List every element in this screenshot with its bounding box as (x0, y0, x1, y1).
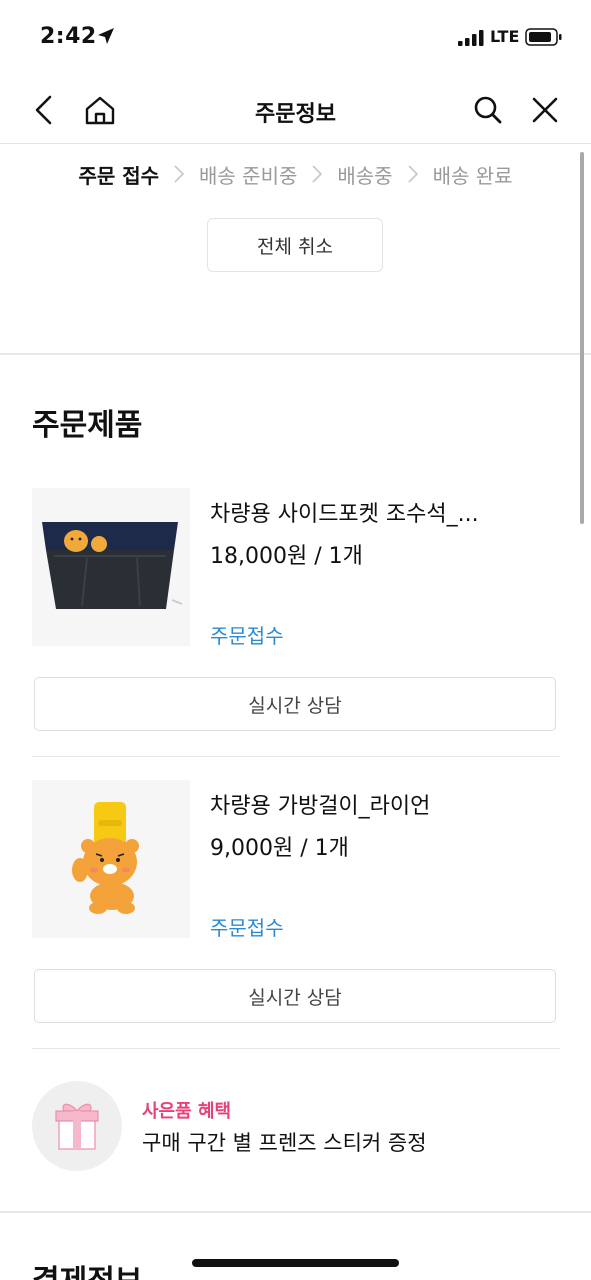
chevron-right-icon (174, 165, 185, 183)
product-price: 18,000원 / 1개 (210, 544, 363, 569)
product-image[interactable] (32, 780, 190, 938)
product-name[interactable]: 차량용 가방걸이_라이언 (210, 788, 560, 820)
item-divider (32, 1048, 560, 1049)
gift-benefit-description: 구매 구간 별 프렌즈 스티커 증정 (142, 1131, 427, 1155)
product-name[interactable]: 차량용 사이드포켓 조수석_... (210, 496, 560, 528)
search-button[interactable] (470, 92, 506, 128)
bag-hanger-image (32, 780, 190, 938)
product-item: 차량용 가방걸이_라이언 9,000원 / 1개 주문접수 실시간 상담 (32, 780, 560, 1026)
product-item: 차량용 사이드포켓 조수석_... 18,000원 / 1개 주문접수 실시간 … (32, 488, 560, 734)
order-products-title: 주문제품 (32, 408, 143, 443)
item-divider (32, 756, 560, 757)
gift-box-icon (55, 1103, 99, 1150)
location-arrow-icon (98, 28, 114, 44)
order-status: 주문접수 (210, 624, 284, 648)
section-divider (0, 353, 591, 355)
battery-icon (525, 28, 562, 46)
step-order-received: 주문 접수 (78, 163, 160, 188)
order-progress-steps: 주문 접수 배송 준비중 배송중 배송 완료 (0, 156, 591, 192)
product-image[interactable] (32, 488, 190, 646)
network-type: LTE (490, 27, 520, 46)
side-pocket-image (32, 488, 190, 646)
status-time: 2:42 (40, 24, 97, 49)
live-chat-button[interactable]: 실시간 상담 (34, 677, 556, 731)
close-icon (532, 97, 558, 123)
section-divider (0, 1211, 591, 1213)
gift-benefit: 사은품 혜택 구매 구간 별 프렌즈 스티커 증정 (32, 1081, 560, 1171)
close-button[interactable] (527, 92, 563, 128)
step-shipping: 배송중 (337, 163, 393, 188)
payment-info-title: 결제정보 (32, 1256, 142, 1280)
step-preparing-shipment: 배송 준비중 (199, 163, 298, 188)
gift-icon-circle (32, 1081, 122, 1171)
gift-benefit-label: 사은품 혜택 (142, 1101, 232, 1122)
step-delivered: 배송 완료 (432, 163, 513, 188)
order-status: 주문접수 (210, 916, 284, 940)
cellular-signal-icon (458, 30, 484, 46)
status-bar: 2:42 LTE (0, 0, 591, 76)
scrollbar[interactable] (580, 152, 584, 524)
nav-bar: 주문정보 (0, 76, 591, 144)
chevron-right-icon (408, 165, 418, 183)
search-icon (474, 96, 502, 124)
live-chat-button[interactable]: 실시간 상담 (34, 969, 556, 1023)
cancel-all-button[interactable]: 전체 취소 (207, 218, 383, 272)
home-indicator[interactable] (192, 1259, 399, 1267)
chevron-right-icon (312, 165, 323, 183)
product-price: 9,000원 / 1개 (210, 836, 349, 861)
